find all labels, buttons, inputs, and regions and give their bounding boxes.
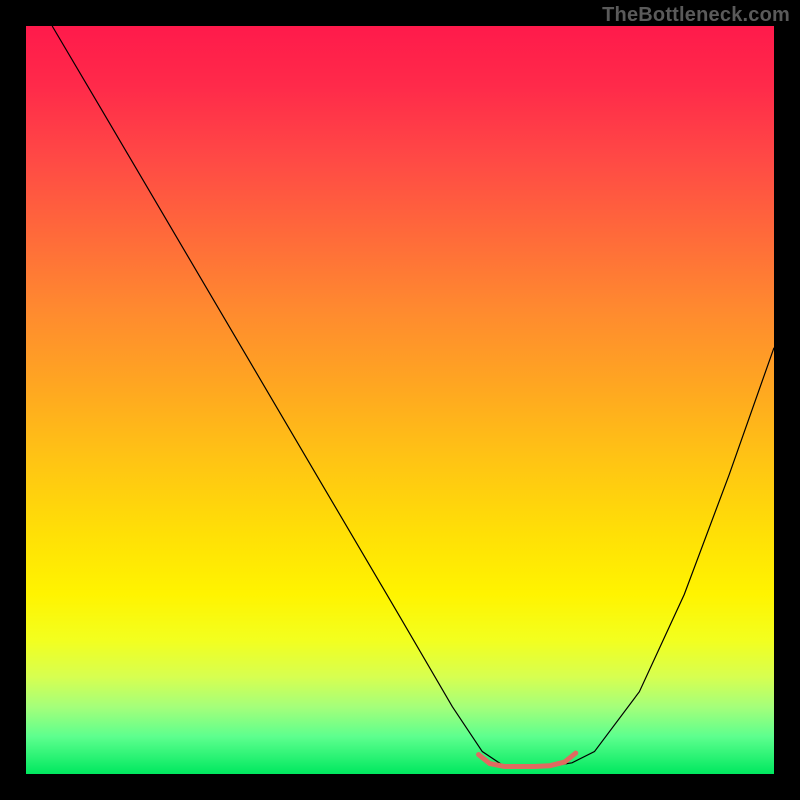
watermark-text: TheBottleneck.com (602, 4, 790, 27)
series-bottleneck-marker (479, 753, 576, 766)
chart-svg (26, 26, 774, 774)
series-curve (52, 26, 774, 767)
plot-area (26, 26, 774, 774)
chart-frame: TheBottleneck.com (0, 0, 800, 800)
